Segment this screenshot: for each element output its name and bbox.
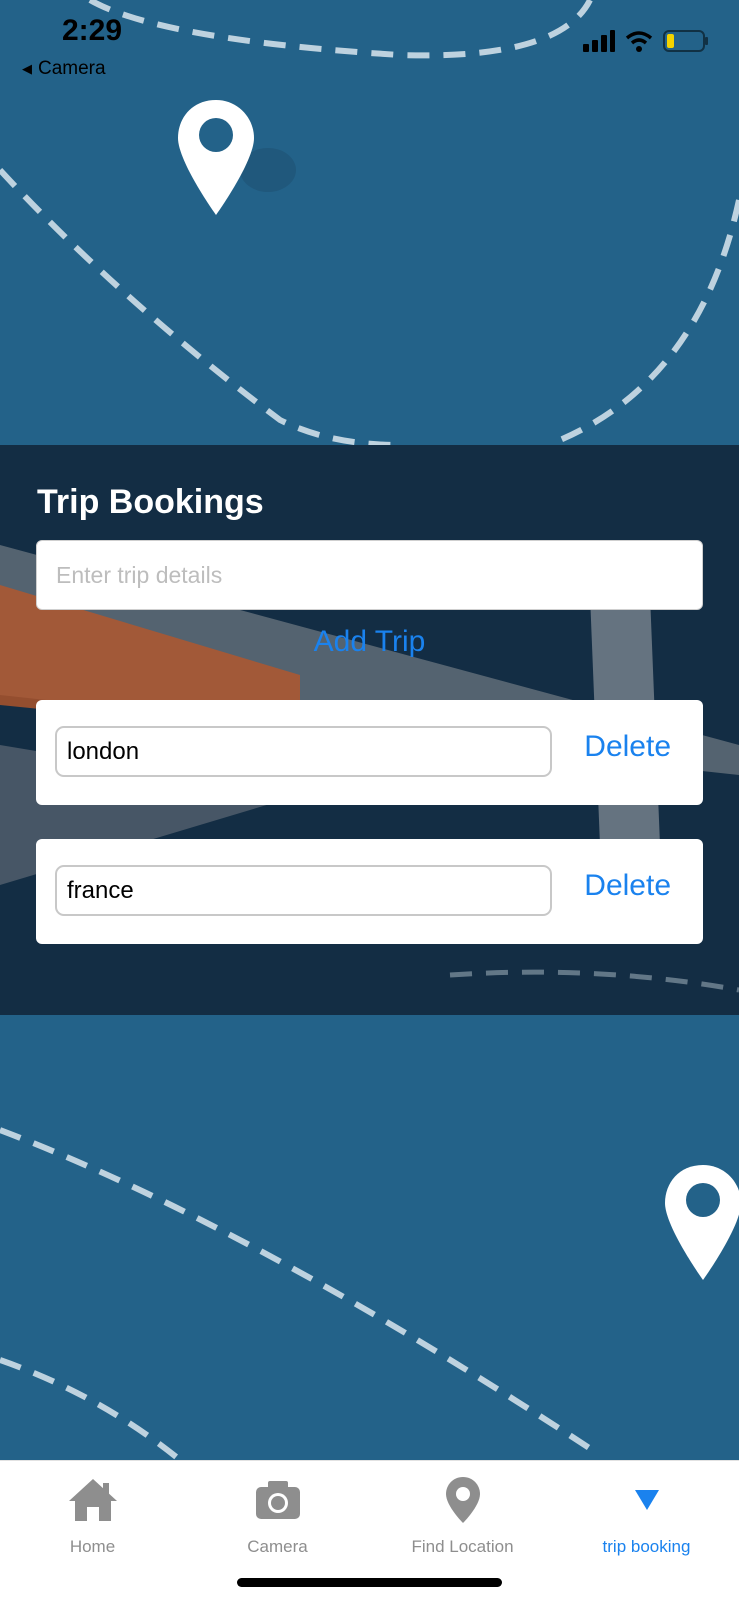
trip-name-field[interactable]: [55, 726, 552, 777]
delete-trip-button[interactable]: Delete: [584, 730, 671, 764]
map-route-decoration: [0, 0, 739, 445]
map-route-decoration: [0, 1127, 739, 1460]
page-title: Trip Bookings: [37, 483, 264, 521]
back-to-camera-link[interactable]: ◀ Camera: [22, 58, 106, 80]
tab-home[interactable]: Home: [0, 1471, 185, 1571]
tab-label: trip booking: [602, 1537, 691, 1556]
camera-icon: [255, 1481, 300, 1519]
map-background-bottom: [0, 1015, 739, 1460]
trip-details-input[interactable]: [36, 540, 703, 610]
tab-find-location[interactable]: Find Location: [370, 1471, 555, 1571]
trip-bookings-panel: Trip Bookings Add Trip Delete Delete: [0, 445, 739, 1015]
tab-label: Find Location: [411, 1537, 514, 1556]
tab-camera[interactable]: Camera: [185, 1471, 370, 1571]
map-pin-icon: [665, 1165, 739, 1280]
wifi-icon: [625, 31, 653, 52]
map-pin-icon: [178, 100, 254, 215]
trip-item: Delete: [36, 700, 703, 805]
home-icon: [68, 1479, 117, 1521]
home-indicator: [237, 1578, 502, 1587]
back-label: Camera: [38, 58, 106, 79]
tab-label: Camera: [247, 1537, 308, 1556]
add-trip-button[interactable]: Add Trip: [0, 625, 739, 659]
back-arrow-icon: ◀: [22, 61, 32, 76]
status-icons: [583, 30, 709, 52]
status-time: 2:29: [62, 14, 123, 47]
map-background-top: 2:29 ◀ Camera: [0, 0, 739, 445]
trip-item: Delete: [36, 839, 703, 944]
location-pin-icon: [445, 1477, 480, 1523]
delete-trip-button[interactable]: Delete: [584, 869, 671, 903]
battery-icon: [663, 30, 708, 52]
tab-trip-booking[interactable]: trip booking: [554, 1471, 739, 1571]
triangle-down-icon: [634, 1490, 659, 1510]
signal-icon: [583, 30, 615, 52]
trip-name-field[interactable]: [55, 865, 552, 916]
tab-label: Home: [69, 1537, 116, 1556]
